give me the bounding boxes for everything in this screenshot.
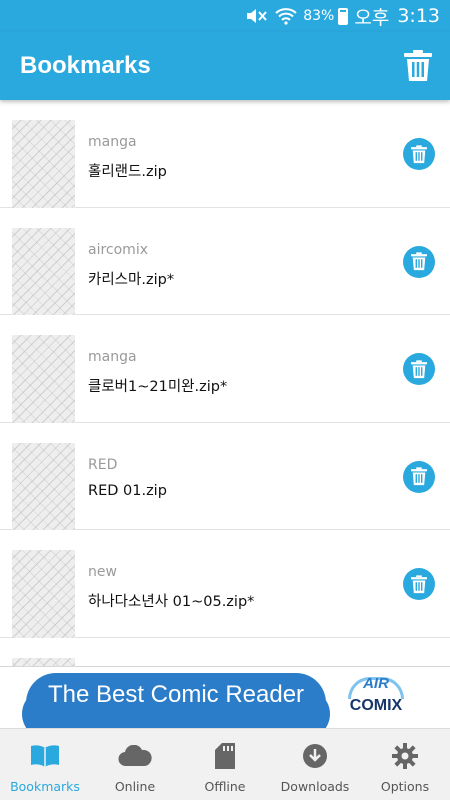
nav-label: Downloads (280, 779, 350, 794)
sd-card-icon (215, 741, 235, 771)
battery-icon (338, 7, 349, 25)
cloud-icon (118, 741, 152, 771)
bookmark-file: 클로버1~21미완.zip* (88, 379, 228, 396)
bookmark-folder: RED (88, 456, 118, 473)
status-bar: 83% 오후 3:13 (0, 0, 450, 32)
bookmark-folder: aircomix (88, 241, 148, 258)
download-icon (302, 741, 328, 771)
trash-icon (411, 575, 427, 593)
bookmark-file: 홀리랜드.zip (88, 164, 167, 180)
delete-bookmark-button[interactable] (403, 245, 435, 278)
nav-label: Offline (204, 779, 246, 794)
battery-percent: 83% (303, 8, 335, 24)
nav-label: Options (380, 779, 430, 794)
logo-air-text: AIR (363, 675, 389, 692)
status-ampm: 오후 (354, 6, 390, 29)
trash-icon (411, 467, 427, 486)
comic-thumbnail (12, 442, 75, 531)
comic-thumbnail (12, 120, 75, 208)
mute-icon (245, 7, 269, 25)
list-item[interactable]: aircomix 카리스마.zip* (0, 207, 450, 316)
delete-bookmark-button[interactable] (403, 568, 435, 601)
trash-icon (411, 252, 427, 271)
bookmark-file: 카리스마.zip* (88, 271, 175, 288)
delete-bookmark-button[interactable] (403, 138, 435, 170)
comic-thumbnail (12, 550, 75, 639)
trash-icon (411, 360, 427, 378)
list-item[interactable]: manga 클로버1~21미완.zip* (0, 315, 450, 424)
gear-icon (392, 741, 418, 771)
ad-banner[interactable]: The Best Comic Reader AIR COMIX (0, 666, 450, 728)
nav-offline[interactable]: Offline (180, 729, 270, 800)
nav-downloads[interactable]: Downloads (270, 729, 360, 800)
delete-all-button[interactable] (402, 48, 434, 84)
comic-thumbnail (12, 227, 75, 316)
app-bar: Bookmarks (0, 32, 450, 100)
ad-headline: The Best Comic Reader (47, 681, 305, 708)
comic-thumbnail (12, 657, 75, 666)
nav-label: Bookmarks (10, 779, 80, 794)
nav-options[interactable]: Options (360, 729, 450, 800)
bookmark-folder: manga (88, 349, 137, 366)
trash-icon (411, 144, 427, 163)
bookmark-list: manga 홀리랜드.zip aircomix 카리스마.zip* manga … (0, 100, 450, 666)
logo-comix-text: COMIX (349, 697, 403, 714)
comic-thumbnail (12, 335, 75, 424)
bookmark-file: 하나다소년사 01~05.zip* (88, 594, 255, 611)
list-item[interactable]: manga 홀리랜드.zip (0, 100, 450, 208)
wifi-icon (275, 7, 297, 25)
nav-online[interactable]: Online (90, 729, 180, 800)
page-title: Bookmarks (20, 52, 151, 79)
nav-bookmarks[interactable]: Bookmarks (0, 729, 90, 800)
list-item[interactable]: new 하나다소년사 01~05.zip* (0, 530, 450, 639)
nav-label: Online (114, 779, 156, 794)
delete-bookmark-button[interactable] (403, 460, 435, 493)
bookmark-folder: manga (88, 134, 137, 150)
app-screen: 83% 오후 3:13 Bookmarks manga 홀리랜드.zip air… (0, 0, 450, 800)
bookmark-file: RED 01.zip (88, 482, 167, 499)
list-item[interactable] (0, 637, 450, 666)
aircomix-logo: AIR COMIX (340, 675, 412, 723)
status-time: 3:13 (397, 5, 440, 27)
bookmark-folder: new (88, 564, 117, 581)
book-icon (30, 741, 60, 771)
delete-bookmark-button[interactable] (403, 353, 435, 386)
bottom-nav: Bookmarks Online Offline Downloads Optio… (0, 728, 450, 800)
list-item[interactable]: RED RED 01.zip (0, 422, 450, 531)
trash-icon (404, 50, 432, 81)
